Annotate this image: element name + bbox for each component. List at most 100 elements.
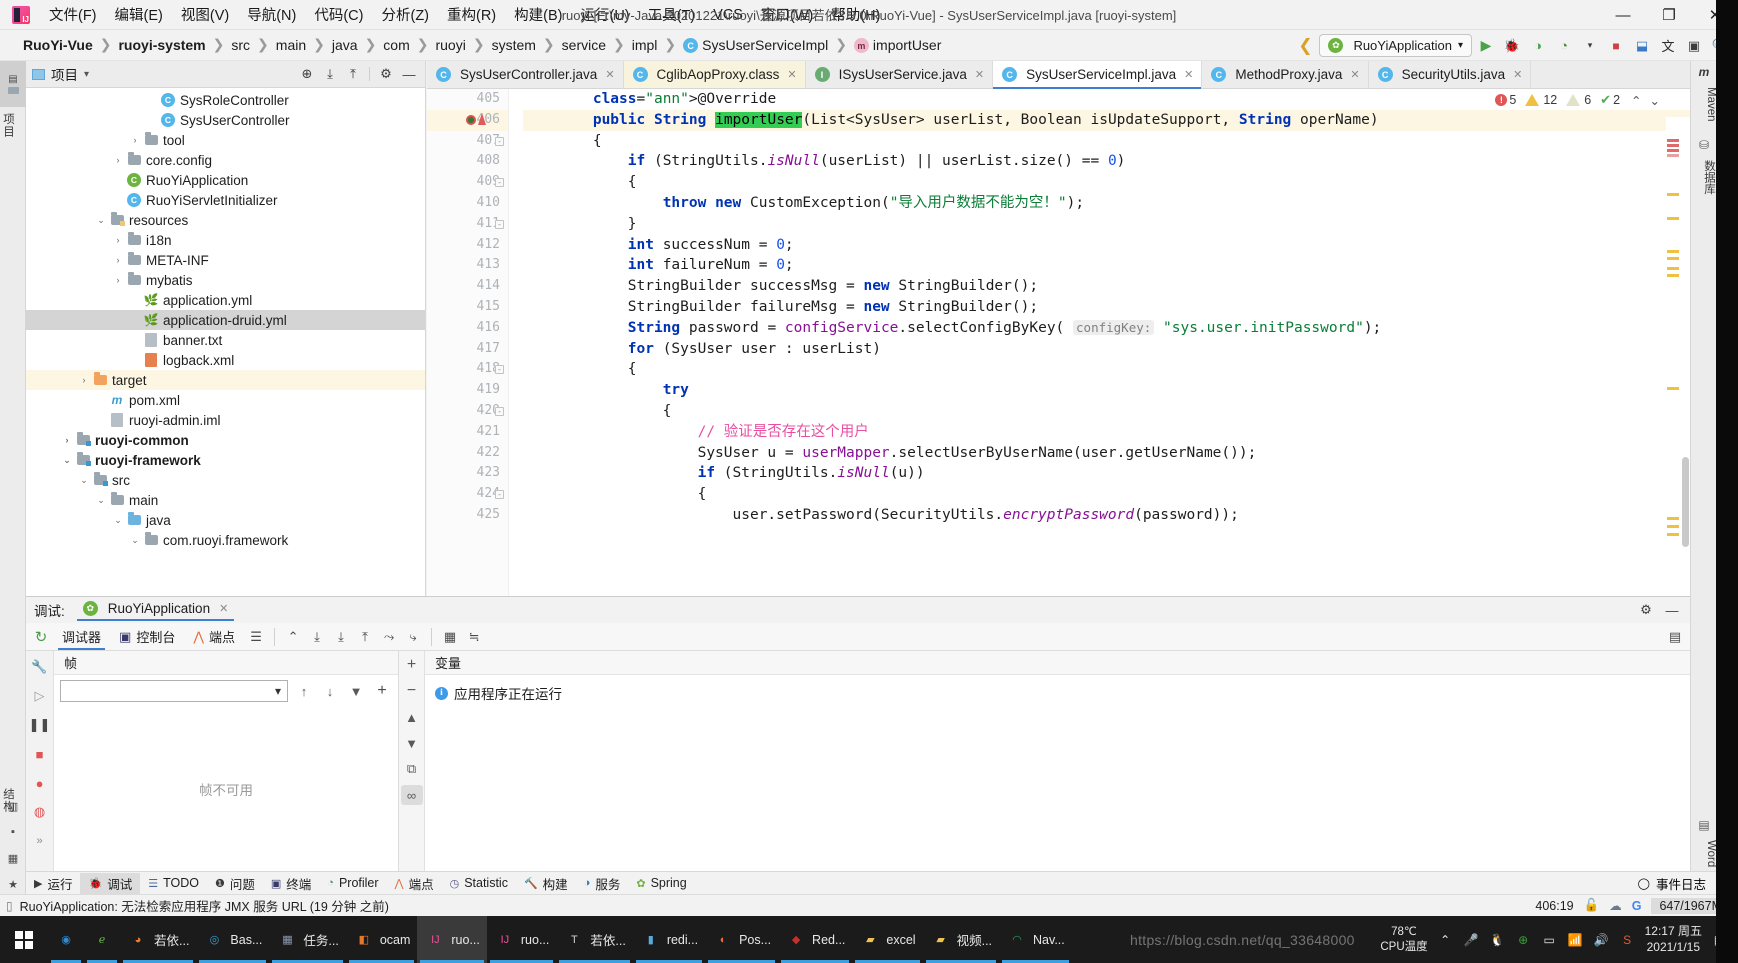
breadcrumb-item-java[interactable]: java (329, 36, 361, 54)
chevron-down-icon[interactable]: ⌄ (94, 495, 108, 506)
stop-icon[interactable]: ■ (30, 744, 50, 764)
bottom-tab-服务[interactable]: ◑ 服务 (576, 873, 629, 894)
line-number[interactable]: 416 (427, 318, 508, 339)
back-arrow-icon[interactable]: ❮ (1293, 34, 1317, 57)
warning-marker[interactable] (1667, 250, 1679, 253)
code-fold-icon[interactable]: - (495, 178, 504, 188)
close-icon[interactable]: ✕ (1350, 68, 1359, 81)
close-icon[interactable]: ✕ (975, 68, 984, 81)
tree-node[interactable]: 🌿 application-druid.yml (26, 310, 425, 330)
code-fold-icon[interactable]: - (495, 136, 504, 146)
next-problem-icon[interactable]: ⌄ (1650, 93, 1660, 108)
taskbar-app[interactable]: ◎ Bas... (196, 916, 269, 963)
lock-icon[interactable]: 🔓 (1584, 898, 1600, 913)
force-step-into-icon[interactable]: ⤒ (354, 626, 376, 648)
down-arrow-icon[interactable]: ↓ (320, 681, 340, 701)
line-number[interactable]: 406 (427, 109, 508, 131)
battery-icon[interactable]: ▭ (1541, 931, 1558, 948)
chevron-right-icon[interactable]: › (111, 235, 125, 245)
profiler-icon[interactable]: ◔ (1552, 34, 1576, 57)
code-line[interactable]: if (StringUtils.isNull(u)) (523, 463, 1690, 484)
line-number[interactable]: 411- (427, 214, 508, 235)
line-number[interactable]: 417 (427, 339, 508, 360)
tree-node[interactable]: › i18n (26, 230, 425, 250)
database-icon[interactable]: ⛁ (1691, 134, 1717, 156)
code-fold-icon[interactable]: - (495, 219, 504, 229)
translate-icon[interactable]: 文 (1656, 34, 1680, 57)
code-line[interactable]: int successNum = 0; (523, 235, 1690, 256)
line-number[interactable]: 421 (427, 422, 508, 443)
editor-tab[interactable]: C SysUserServiceImpl.java ✕ (993, 61, 1203, 89)
editor-tab[interactable]: C SecurityUtils.java ✕ (1369, 61, 1532, 88)
line-number[interactable]: 425 (427, 505, 508, 526)
chevron-down-icon[interactable]: ⌄ (94, 215, 108, 226)
build-icon[interactable]: ⬓ (1630, 34, 1654, 57)
close-icon[interactable]: ✕ (1513, 68, 1522, 81)
menu-code[interactable]: 代码(C) (305, 1, 372, 28)
code-line[interactable]: if (StringUtils.isNull(userList) || user… (523, 151, 1690, 172)
tree-node[interactable]: › META-INF (26, 250, 425, 270)
breadcrumb-item-ruoyi[interactable]: ruoyi (432, 36, 468, 54)
menu-build[interactable]: 构建(B) (505, 1, 571, 28)
taskbar-app[interactable]: ◉ (48, 916, 84, 963)
tree-node[interactable]: logback.xml (26, 350, 425, 370)
taskbar-app[interactable]: T 若依... (556, 916, 632, 963)
line-number[interactable]: 419 (427, 380, 508, 401)
code-line[interactable]: { (523, 131, 1690, 152)
code-fold-icon[interactable]: - (495, 406, 504, 416)
breadcrumb-item-main[interactable]: main (273, 36, 309, 54)
step-into-icon[interactable]: ⤓ (330, 626, 352, 648)
move-down-icon[interactable]: ▼ (401, 733, 423, 753)
chevron-right-icon[interactable]: › (77, 375, 91, 385)
prev-problem-icon[interactable]: ⌃ (1631, 93, 1641, 108)
warning-marker[interactable] (1667, 533, 1679, 536)
remove-icon[interactable]: − (401, 681, 423, 701)
breadcrumb-item-src[interactable]: src (228, 36, 253, 54)
chevron-right-icon[interactable]: › (111, 275, 125, 285)
run-to-cursor-icon[interactable]: ⤷ (402, 626, 424, 648)
line-number[interactable]: 410 (427, 193, 508, 214)
collapse-all-icon[interactable]: ⤒ (343, 64, 363, 84)
tree-node[interactable]: C RuoYiServletInitializer (26, 190, 425, 210)
tree-node[interactable]: C SysUserController (26, 110, 425, 130)
menu-window[interactable]: 窗口(W) (752, 1, 822, 28)
breadcrumb-item-class[interactable]: C SysUserServiceImpl (680, 36, 831, 55)
editor-marker-track[interactable] (1666, 117, 1680, 596)
warning-marker[interactable] (1667, 217, 1679, 220)
bottom-tab-调试[interactable]: 🐞 调试 (80, 872, 141, 894)
tree-node[interactable]: ⌄ ruoyi-framework (26, 450, 425, 470)
taskbar-app[interactable]: ◕ 若依... (120, 916, 196, 963)
warning-marker[interactable] (1667, 274, 1679, 277)
warning-marker[interactable] (1667, 517, 1679, 520)
breadcrumb-item-project[interactable]: RuoYi-Vue (20, 36, 96, 54)
microphone-icon[interactable]: 🎤 (1463, 931, 1480, 948)
error-marker[interactable] (1667, 149, 1679, 152)
error-marker[interactable] (1667, 144, 1679, 147)
code-line[interactable]: { (523, 172, 1690, 193)
tab-console[interactable]: ▣ 控制台 (111, 624, 183, 649)
tray-expand-icon[interactable]: ⌃ (1437, 931, 1454, 948)
gear-icon[interactable]: ⚙ (1636, 600, 1656, 620)
debug-session-tab[interactable]: ✿ RuoYiApplication ✕ (76, 599, 235, 621)
menu-edit[interactable]: 编辑(E) (106, 1, 172, 28)
tab-endpoints[interactable]: ⋀ 端点 (185, 624, 243, 649)
chevron-right-icon[interactable]: › (111, 255, 125, 265)
debug-icon[interactable]: 🐞 (1500, 34, 1524, 57)
caret-position[interactable]: 406:19 (1535, 899, 1573, 913)
code-line[interactable]: SysUser u = userMapper.selectUserByUserN… (523, 443, 1690, 464)
breakpoint-icon[interactable] (466, 114, 476, 125)
scrollbar-thumb[interactable] (1682, 457, 1689, 547)
menu-navigate[interactable]: 导航(N) (238, 1, 305, 28)
bottom-tab-终端[interactable]: ▣ 终端 (263, 873, 319, 894)
stop-icon[interactable]: ■ (1604, 34, 1628, 57)
layout-icon[interactable]: ▤ (1668, 626, 1690, 648)
breadcrumb-item-system[interactable]: system (489, 36, 539, 54)
code-line[interactable]: user.setPassword(SecurityUtils.encryptPa… (523, 505, 1690, 526)
taskbar-app[interactable]: ▰ excel (852, 916, 922, 963)
copy-icon[interactable]: ⧉ (401, 759, 423, 779)
code-line[interactable]: { (523, 484, 1690, 505)
pause-icon[interactable]: ❚❚ (29, 715, 51, 735)
warning-marker[interactable] (1667, 387, 1679, 390)
hide-icon[interactable]: — (1662, 600, 1682, 620)
menu-view[interactable]: 视图(V) (172, 1, 238, 28)
